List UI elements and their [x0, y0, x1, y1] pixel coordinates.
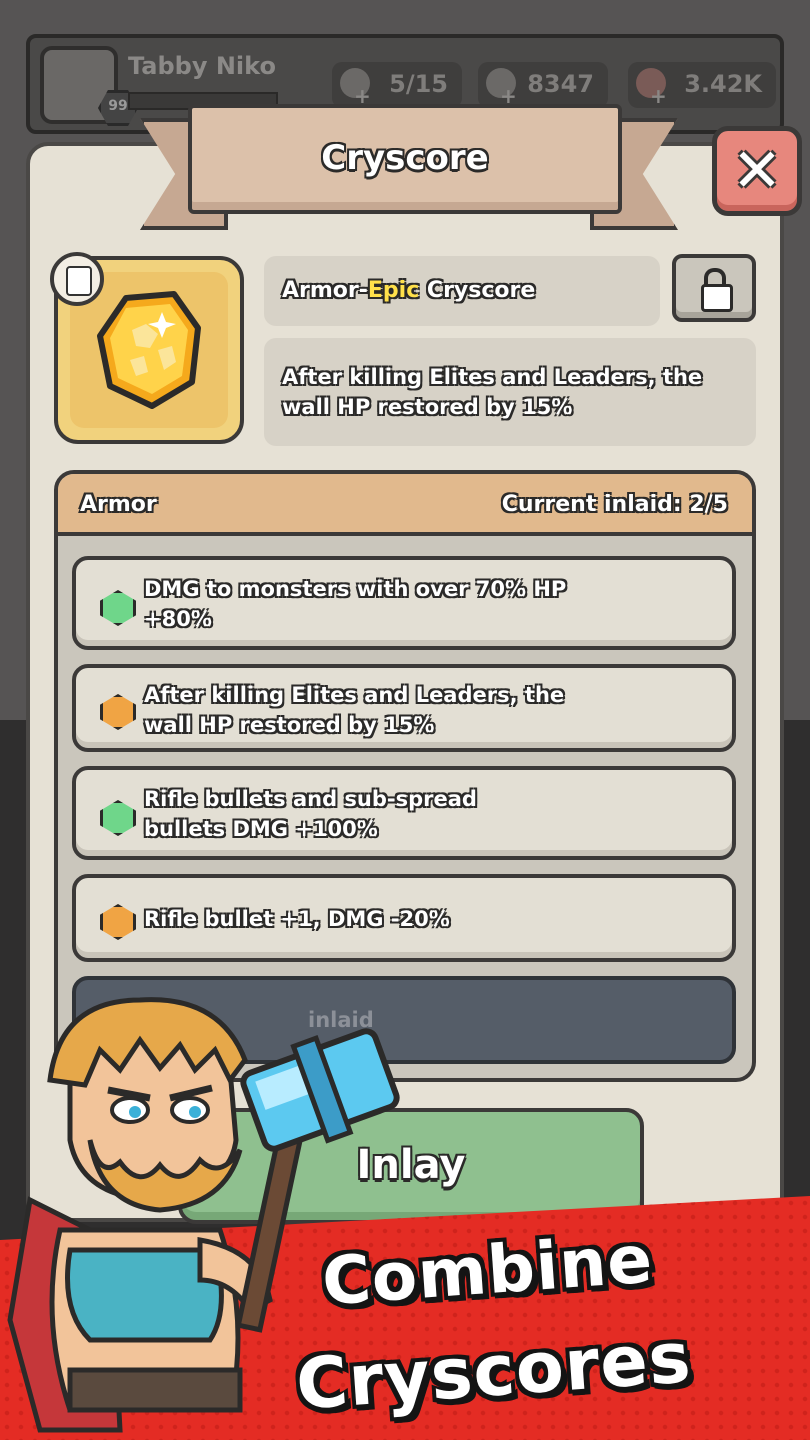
resource-crystal-ore[interactable]: + 3.42K	[628, 62, 776, 108]
resource-ore[interactable]: + 8347	[478, 62, 608, 108]
slot-text: Rifle bullets and sub-spread bullets DMG…	[144, 787, 477, 841]
item-description: After killing Elites and Leaders, the wa…	[282, 365, 703, 419]
resource-value: 5/15	[389, 70, 448, 98]
modal-title: Cryscore	[321, 138, 489, 178]
resource-stone[interactable]: + 5/15	[332, 62, 462, 108]
inlaid-slot-1[interactable]: DMG to monsters with over 70% HP +80%	[72, 556, 736, 650]
armor-icon	[66, 266, 92, 296]
lock-button[interactable]	[672, 254, 756, 322]
green-gem-icon	[100, 590, 136, 626]
dwarf-warrior-mascot	[7, 997, 400, 1433]
item-name-suffix: Cryscore	[419, 278, 536, 303]
cryscore-gem-icon	[97, 291, 201, 409]
item-rarity: Epic	[367, 278, 420, 303]
inlaid-slot-2[interactable]: After killing Elites and Leaders, the wa…	[72, 664, 736, 752]
slot-text: DMG to monsters with over 70% HP +80%	[144, 577, 567, 631]
slots-inlaid-count: Current inlaid: 2/5	[501, 492, 728, 517]
player-name: Tabby Niko	[128, 52, 276, 80]
slots-category: Armor	[80, 492, 157, 517]
slots-header: Armor Current inlaid: 2/5	[58, 474, 752, 536]
item-name: Armor-Epic Cryscore	[282, 278, 535, 303]
slot-text: Rifle bullet +1, DMG -20%	[144, 907, 450, 931]
close-icon: ✕	[731, 136, 783, 206]
inlaid-slot-4[interactable]: Rifle bullet +1, DMG -20%	[72, 874, 736, 962]
armor-type-icon	[50, 252, 104, 306]
inlaid-slot-3[interactable]: Rifle bullets and sub-spread bullets DMG…	[72, 766, 736, 860]
slot-text: After killing Elites and Leaders, the wa…	[144, 683, 565, 737]
item-name-prefix: Armor-	[282, 278, 368, 303]
add-icon: +	[650, 84, 667, 108]
resource-value: 8347	[527, 70, 594, 98]
lock-icon	[701, 284, 733, 312]
resource-value: 3.42K	[684, 70, 762, 98]
green-gem-icon	[100, 800, 136, 836]
orange-gem-icon	[100, 694, 136, 730]
orange-gem-icon	[100, 904, 136, 940]
close-button[interactable]: ✕	[712, 126, 802, 216]
